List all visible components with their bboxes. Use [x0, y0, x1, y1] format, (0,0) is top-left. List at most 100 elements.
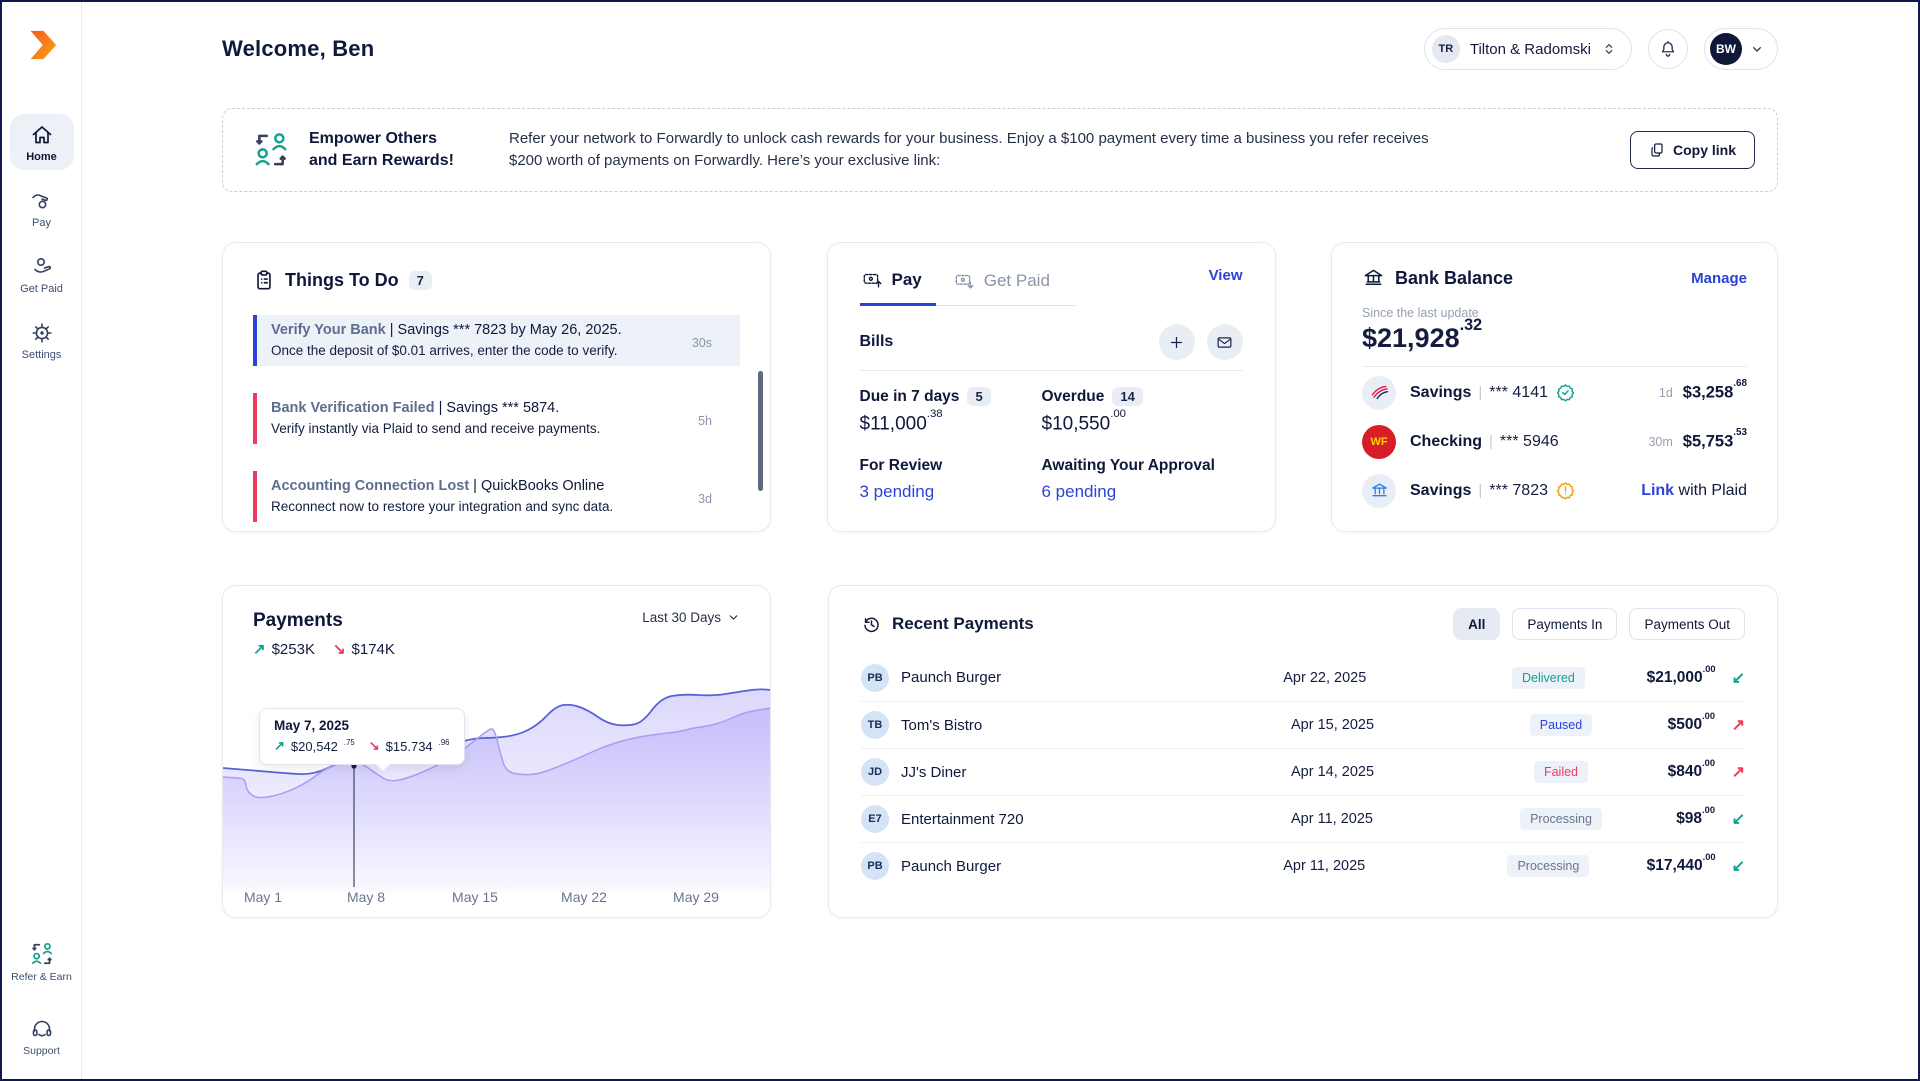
recent-payments-card: Recent Payments All Payments In Payments…: [828, 585, 1778, 918]
manage-link[interactable]: Manage: [1691, 270, 1747, 287]
scrollbar-thumb[interactable]: [758, 371, 763, 491]
todo-description: Verify instantly via Plaid to send and r…: [271, 421, 726, 436]
since-last-update-label: Since the last update: [1362, 306, 1747, 320]
payments-in-total: ↗$253K: [253, 640, 315, 658]
tab-pay[interactable]: Pay: [860, 267, 936, 306]
wells-fargo-logo-icon: WF: [1362, 425, 1396, 459]
table-row[interactable]: PB Paunch Burger Apr 11, 2025 Processing…: [861, 842, 1745, 889]
account-row[interactable]: Savings | *** 4141 1d $3,258.68: [1362, 369, 1747, 416]
overdue-stat: Overdue14 $10,550.00: [1042, 387, 1243, 435]
tooltip-in-value: ↗$20,542.75: [274, 738, 355, 754]
todo-item[interactable]: Verify Your Bank | Savings *** 7823 by M…: [253, 315, 740, 366]
todo-list: Verify Your Bank | Savings *** 7823 by M…: [253, 315, 740, 522]
account-row[interactable]: Savings | *** 7823 Link with Plaid: [1362, 467, 1747, 514]
payment-amount: $17,440.00: [1647, 856, 1716, 875]
payment-amount: $21,000.00: [1647, 668, 1716, 687]
payment-amount: $500.00: [1661, 715, 1715, 734]
refer-earn-icon: [29, 941, 55, 967]
chevron-up-down-icon: [1601, 41, 1617, 57]
todo-count-badge: 7: [409, 271, 432, 290]
account-amount: $5,753.53: [1683, 432, 1747, 452]
due-label: Due in 7 days: [860, 388, 960, 406]
divider: [860, 370, 1243, 371]
chevron-down-icon: [1749, 41, 1765, 57]
overdue-label: Overdue: [1042, 388, 1105, 406]
sidebar-label: Pay: [32, 217, 51, 229]
payee-name: Entertainment 720: [901, 811, 1024, 828]
filter-payments-out-button[interactable]: Payments Out: [1629, 608, 1745, 640]
refer-earn-icon: [251, 130, 291, 170]
payment-date: Apr 22, 2025: [1283, 670, 1450, 686]
main-content: Welcome, Ben TR Tilton & Radomski BW: [82, 2, 1918, 1079]
sidebar-item-support[interactable]: Support: [10, 1013, 74, 1061]
card-title: Recent Payments: [892, 614, 1034, 634]
table-row[interactable]: E7 Entertainment 720 Apr 11, 2025 Proces…: [861, 795, 1745, 842]
payment-direction-icon: ↙: [1716, 856, 1745, 876]
company-initials-badge: TR: [1432, 35, 1460, 63]
x-axis-label: May 1: [244, 889, 282, 905]
things-to-do-card: Things To Do 7 Verify Your Bank | Saving…: [222, 242, 771, 532]
trend-down-icon: ↘: [333, 640, 346, 658]
table-row[interactable]: PB Paunch Burger Apr 22, 2025 Delivered …: [861, 654, 1745, 701]
warning-icon: [1556, 481, 1575, 500]
date-range-selector[interactable]: Last 30 Days: [642, 610, 740, 625]
awaiting-approval-stat: Awaiting Your Approval 6 pending: [1042, 457, 1243, 502]
chart-tooltip: May 7, 2025 ↗$20,542.75 ↘$15.734.96: [259, 708, 465, 765]
payment-date: Apr 15, 2025: [1291, 717, 1461, 733]
tab-get-paid[interactable]: Get Paid: [936, 267, 1076, 306]
copy-link-button[interactable]: Copy link: [1630, 131, 1755, 169]
filter-all-button[interactable]: All: [1453, 608, 1500, 640]
account-mask: *** 4141: [1489, 384, 1548, 402]
company-selector[interactable]: TR Tilton & Radomski: [1424, 28, 1632, 70]
sidebar-label: Refer & Earn: [11, 971, 72, 983]
payment-direction-icon: ↙: [1716, 668, 1745, 688]
table-row[interactable]: JD JJ's Diner Apr 14, 2025 Failed $840.0…: [861, 748, 1745, 795]
sidebar-item-home[interactable]: Home: [10, 114, 74, 170]
copy-icon: [1649, 142, 1665, 158]
trend-up-icon: ↗: [253, 640, 266, 658]
card-title: Bank Balance: [1395, 268, 1513, 289]
divider: [1362, 366, 1747, 367]
add-bill-button[interactable]: [1159, 324, 1195, 360]
for-review-stat: For Review 3 pending: [860, 457, 1042, 502]
payee-avatar: JD: [861, 758, 889, 786]
todo-item[interactable]: Accounting Connection Lost | QuickBooks …: [253, 471, 740, 522]
review-pending-link[interactable]: 3 pending: [860, 482, 1042, 502]
sidebar-item-refer-earn[interactable]: Refer & Earn: [10, 937, 74, 987]
trend-up-icon: ↗: [274, 738, 285, 754]
todo-detail: | QuickBooks Online: [469, 478, 604, 494]
sidebar-label: Support: [23, 1045, 60, 1057]
status-badge: Processing: [1507, 855, 1589, 877]
sidebar-item-get-paid[interactable]: Get Paid: [10, 246, 74, 302]
email-bill-button[interactable]: [1207, 324, 1243, 360]
pay-get-paid-card: Pay Get Paid View Bills: [827, 242, 1276, 532]
filter-payments-in-button[interactable]: Payments In: [1512, 608, 1617, 640]
payment-direction-icon: ↙: [1715, 809, 1745, 829]
generic-bank-icon: [1362, 474, 1396, 508]
tab-label: Get Paid: [984, 271, 1050, 291]
sidebar-item-pay[interactable]: Pay: [10, 180, 74, 236]
forwardly-logo-icon: [25, 28, 59, 62]
todo-item[interactable]: Bank Verification Failed | Savings *** 5…: [253, 393, 740, 444]
account-name: Savings: [1410, 482, 1471, 500]
trend-down-icon: ↘: [369, 738, 380, 754]
payments-out-total: ↘$174K: [333, 640, 395, 658]
notifications-button[interactable]: [1648, 29, 1688, 69]
sidebar-item-settings[interactable]: Settings: [10, 312, 74, 368]
approval-pending-link[interactable]: 6 pending: [1042, 482, 1243, 502]
account-row[interactable]: WF Checking | *** 5946 30m $5,753.53: [1362, 418, 1747, 465]
tooltip-out-value: ↘$15.734.96: [369, 738, 450, 754]
banner-title: Empower Others and Earn Rewards!: [309, 128, 469, 171]
view-link[interactable]: View: [1209, 267, 1243, 284]
status-badge: Failed: [1534, 761, 1588, 783]
table-row[interactable]: TB Tom's Bistro Apr 15, 2025 Paused $500…: [861, 701, 1745, 748]
payee-avatar: TB: [861, 711, 889, 739]
sidebar: Home Pay Get Paid Settings: [2, 2, 82, 1079]
user-menu[interactable]: BW: [1704, 28, 1778, 70]
todo-age: 5h: [698, 414, 712, 428]
bell-icon: [1658, 39, 1678, 59]
x-axis-label: May 15: [452, 889, 498, 905]
link-with-plaid[interactable]: Link with Plaid: [1641, 482, 1747, 500]
account-name: Savings: [1410, 384, 1471, 402]
todo-description: Reconnect now to restore your integratio…: [271, 499, 726, 514]
